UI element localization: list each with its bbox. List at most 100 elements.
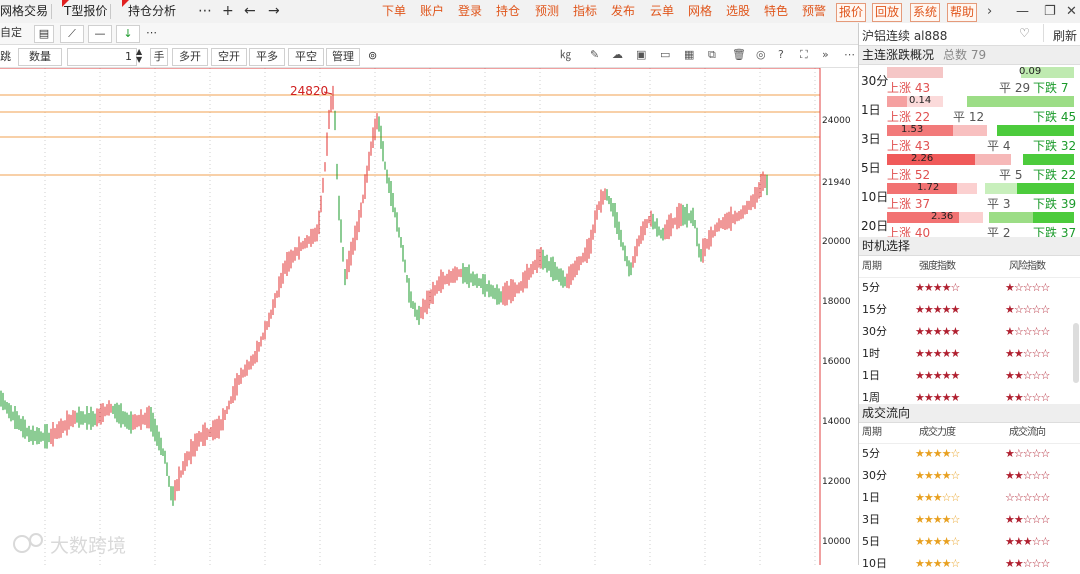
menu-order[interactable]: 下单: [382, 0, 406, 23]
plus-icon[interactable]: +: [222, 0, 234, 23]
period-label: 15分: [862, 303, 887, 316]
ratio-bar: 2.26: [887, 153, 1074, 165]
flow-title-bar: 成交流向: [859, 404, 1080, 423]
cloud-icon[interactable]: ☁: [612, 47, 623, 63]
heart-icon[interactable]: ♡: [1019, 26, 1030, 40]
summary-row[interactable]: 10日 1.72 上涨 37 平 3 下跌 39: [859, 182, 1080, 211]
menu-stock-pick[interactable]: 选股: [726, 0, 750, 23]
menu-account[interactable]: 账户: [420, 0, 444, 23]
menu-replay-button[interactable]: 回放: [872, 3, 903, 22]
table-row[interactable]: 5分 ★★★★☆ ★☆☆☆☆: [859, 443, 1080, 464]
scrollbar[interactable]: [1073, 323, 1079, 383]
flat-count: 平 4: [987, 139, 1011, 153]
refresh-button[interactable]: 刷新: [1053, 27, 1077, 44]
bar-segment: [985, 183, 1017, 194]
table-row[interactable]: 5日 ★★★★☆ ★★★☆☆: [859, 531, 1080, 552]
settings-icon[interactable]: ⊚: [368, 48, 377, 64]
price-label: 12000: [822, 477, 851, 487]
menu-position[interactable]: 持仓: [496, 0, 520, 23]
more-icon[interactable]: ⋯: [198, 0, 212, 23]
summary-row[interactable]: 20日 2.36 上涨 40 平 2 下跌 37: [859, 211, 1080, 240]
price-label: 20000: [822, 237, 851, 247]
tab-grid-trading[interactable]: 网格交易: [0, 0, 53, 23]
header-col2: 成交力度: [919, 427, 956, 438]
close-long-button[interactable]: 平多: [249, 48, 285, 66]
more-icon[interactable]: ⋯: [146, 25, 157, 41]
table-row[interactable]: 1日 ★★★☆☆ ☆☆☆☆☆: [859, 487, 1080, 508]
flat-count: 平 5: [999, 168, 1023, 182]
menu-quote-button[interactable]: 报价: [836, 3, 867, 22]
open-short-button[interactable]: 空开: [211, 48, 247, 66]
trash-icon[interactable]: 🗑: [732, 47, 746, 63]
double-chevron-icon[interactable]: »: [822, 47, 829, 63]
close-icon[interactable]: ✕: [1066, 0, 1077, 23]
menu-grid[interactable]: 网格: [688, 0, 712, 23]
draw-line-icon[interactable]: ⟋: [60, 25, 84, 43]
chart-toolbar: 自定 ▤ ⟋ — ↓ ⋯: [0, 23, 858, 45]
more-icon[interactable]: ⋯: [844, 47, 855, 63]
table-header: 周期 成交力度 成交流向: [859, 422, 1080, 444]
kline-svg[interactable]: 24000 21940 20000 18000 16000 14000 1200…: [0, 67, 858, 565]
custom-button[interactable]: 自定: [0, 25, 22, 41]
layout-icon[interactable]: ▤: [34, 25, 54, 43]
menu-system-button[interactable]: 系统: [910, 3, 941, 22]
rating-stars: ★☆☆☆☆: [1005, 325, 1050, 338]
summary-row[interactable]: 5日 2.26 上涨 52 平 5 下跌 22: [859, 153, 1080, 182]
fullscreen-icon[interactable]: ⛶: [800, 47, 808, 63]
open-long-button[interactable]: 多开: [172, 48, 208, 66]
tab-t-quote[interactable]: T型报价: [62, 0, 112, 23]
table-row[interactable]: 5分 ★★★★☆ ★☆☆☆☆: [859, 277, 1080, 298]
close-short-button[interactable]: 平空: [288, 48, 324, 66]
weight-icon[interactable]: ㎏: [560, 47, 571, 63]
down-count: 下跌 7: [1033, 81, 1069, 95]
menu-indicator[interactable]: 指标: [573, 0, 597, 23]
summary-row[interactable]: 1日 0.14 上涨 22 平 12 下跌 45: [859, 95, 1080, 124]
change-value: 2.26: [911, 153, 934, 164]
chevron-right-icon[interactable]: ›: [987, 0, 992, 23]
menu-help-button[interactable]: 帮助: [947, 3, 978, 22]
table-row[interactable]: 10日 ★★★★☆ ★★☆☆☆: [859, 553, 1080, 574]
rating-stars: ★★★★☆: [915, 281, 960, 294]
unit-label: 手: [150, 48, 168, 66]
bar-segment: [953, 125, 987, 136]
manage-button[interactable]: 管理: [326, 48, 360, 66]
forward-arrow-icon[interactable]: →: [268, 0, 280, 23]
table-row[interactable]: 15分 ★★★★★ ★☆☆☆☆: [859, 299, 1080, 320]
down-arrow-icon[interactable]: ↓: [116, 25, 140, 43]
maximize-icon[interactable]: ❐: [1044, 0, 1056, 23]
menu-publish[interactable]: 发布: [611, 0, 635, 23]
hint-icon[interactable]: ?: [778, 47, 784, 63]
bar-segment: [967, 96, 1074, 107]
doc-icon[interactable]: ▦: [684, 47, 694, 63]
back-arrow-icon[interactable]: ←: [244, 0, 256, 23]
summary-row[interactable]: 30分 0.09 上涨 43 平 29 下跌 7: [859, 66, 1080, 95]
image-icon[interactable]: ▣: [636, 47, 646, 63]
qty-input[interactable]: 1: [67, 48, 137, 66]
change-value: 1.53: [901, 124, 924, 135]
menu-cloud-order[interactable]: 云单: [650, 0, 674, 23]
down-count: 下跌 39: [1033, 197, 1077, 211]
table-row[interactable]: 3日 ★★★★☆ ★★☆☆☆: [859, 509, 1080, 530]
menu-alert[interactable]: 预警: [802, 0, 826, 23]
target-icon[interactable]: ◎: [756, 47, 766, 63]
kline-chart[interactable]: 24000 21940 20000 18000 16000 14000 1200…: [0, 67, 858, 565]
minimize-icon[interactable]: —: [1016, 0, 1029, 23]
summary-row[interactable]: 3日 1.53 上涨 43 平 4 下跌 32: [859, 124, 1080, 153]
menu-login[interactable]: 登录: [458, 0, 482, 23]
tab-position-analysis[interactable]: 持仓分析: [122, 0, 176, 23]
horizontal-line-icon[interactable]: —: [88, 25, 112, 43]
screen-icon[interactable]: ▭: [660, 47, 670, 63]
bar-segment: [1023, 154, 1074, 165]
table-row[interactable]: 1时 ★★★★★ ★★☆☆☆: [859, 343, 1080, 364]
table-row[interactable]: 30分 ★★★★★ ★☆☆☆☆: [859, 321, 1080, 342]
table-row[interactable]: 1日 ★★★★★ ★★☆☆☆: [859, 365, 1080, 386]
period-label: 3日: [862, 513, 880, 526]
menu-forecast[interactable]: 预测: [535, 0, 559, 23]
menu-feature[interactable]: 特色: [764, 0, 788, 23]
copy-icon[interactable]: ⧉: [708, 47, 716, 63]
bar-segment: [943, 67, 1021, 78]
table-row[interactable]: 30分 ★★★★☆ ★★☆☆☆: [859, 465, 1080, 486]
qty-stepper[interactable]: ▲ ▼: [136, 48, 142, 64]
header-col3: 风险指数: [1009, 261, 1046, 272]
pen-icon[interactable]: ✎: [590, 47, 599, 63]
